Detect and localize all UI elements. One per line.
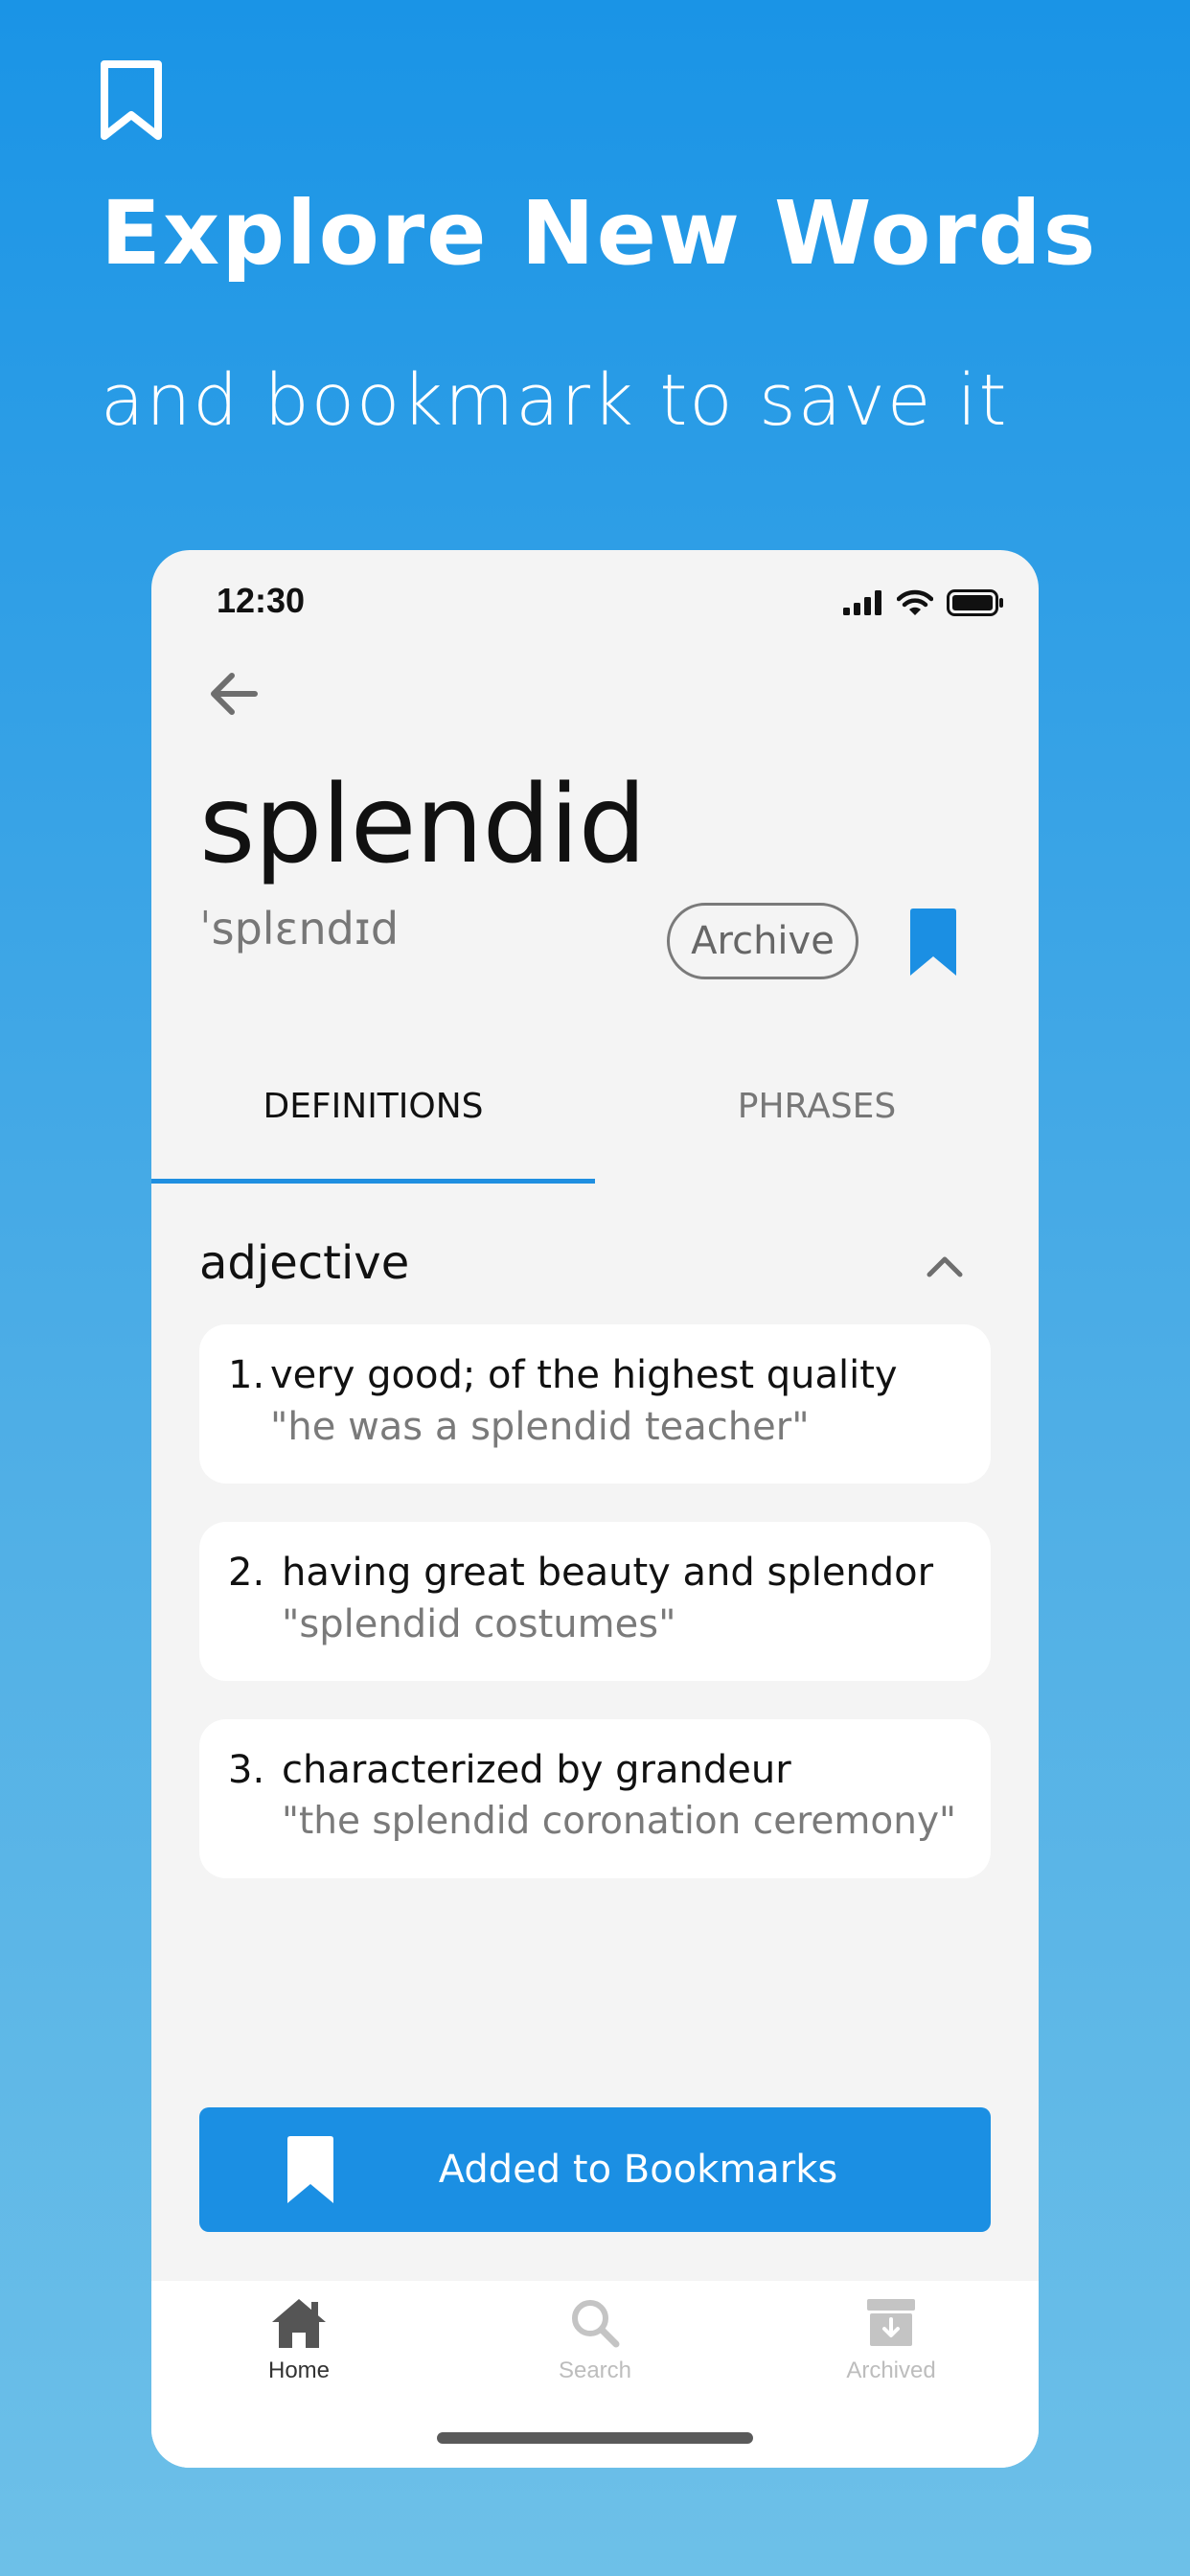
wifi-icon (897, 589, 933, 615)
definition-example: "he was a splendid teacher" (270, 1405, 810, 1449)
definition-number: 1. (228, 1353, 265, 1397)
home-icon (272, 2299, 326, 2348)
definition-example: "splendid costumes" (282, 1602, 676, 1646)
back-arrow-icon[interactable] (203, 663, 264, 724)
tab-bar: DEFINITIONS PHRASES (151, 1050, 1039, 1162)
definition-text: very good; of the highest quality (270, 1353, 898, 1397)
definition-number: 2. (228, 1551, 265, 1595)
nav-label: Home (267, 2358, 331, 2383)
definition-text: characterized by grandeur (282, 1748, 791, 1792)
active-tab-indicator (151, 1179, 595, 1184)
status-icons (843, 588, 1004, 617)
chevron-up-icon[interactable] (924, 1252, 966, 1280)
nav-item-home[interactable]: Home (151, 2296, 446, 2402)
cta-label: Added to Bookmarks (438, 2148, 838, 2192)
added-to-bookmarks-button[interactable]: Added to Bookmarks (199, 2107, 991, 2232)
word-phonetic: ˈsplɛndɪd (199, 903, 400, 954)
search-icon (572, 2300, 620, 2348)
definition-card: 2. having great beauty and splendor "spl… (199, 1522, 991, 1681)
hero-subtitle: and bookmark to save it (101, 359, 1009, 442)
part-of-speech-label: adjective (199, 1236, 410, 1290)
archive-box-icon (867, 2299, 915, 2346)
bookmark-filled-icon[interactable] (908, 908, 958, 978)
definition-number: 3. (228, 1748, 265, 1792)
definition-card: 3. characterized by grandeur "the splend… (199, 1719, 991, 1878)
definition-card: 1. very good; of the highest quality "he… (199, 1324, 991, 1484)
phone-screen: 12:30 splendid ˈsplɛndɪd Archive DEFINIT… (151, 550, 1039, 2468)
word-title: splendid (199, 763, 647, 887)
nav-item-archived[interactable]: Archived (744, 2296, 1039, 2402)
nav-item-search[interactable]: Search (447, 2296, 743, 2402)
hero-title: Explore New Words (101, 182, 1098, 285)
battery-icon (947, 589, 1003, 616)
nav-label: Search (558, 2358, 632, 2383)
nav-label: Archived (846, 2358, 936, 2383)
home-indicator (437, 2432, 753, 2444)
bookmark-outline-icon (101, 60, 162, 140)
cellular-signal-icon (843, 590, 881, 615)
tab-definitions[interactable]: DEFINITIONS (151, 1050, 595, 1162)
archive-button[interactable]: Archive (667, 903, 858, 979)
definition-example: "the splendid coronation ceremony" (282, 1800, 956, 1843)
tab-phrases[interactable]: PHRASES (595, 1050, 1039, 1162)
definition-text: having great beauty and splendor (282, 1551, 934, 1595)
status-time: 12:30 (217, 581, 306, 620)
